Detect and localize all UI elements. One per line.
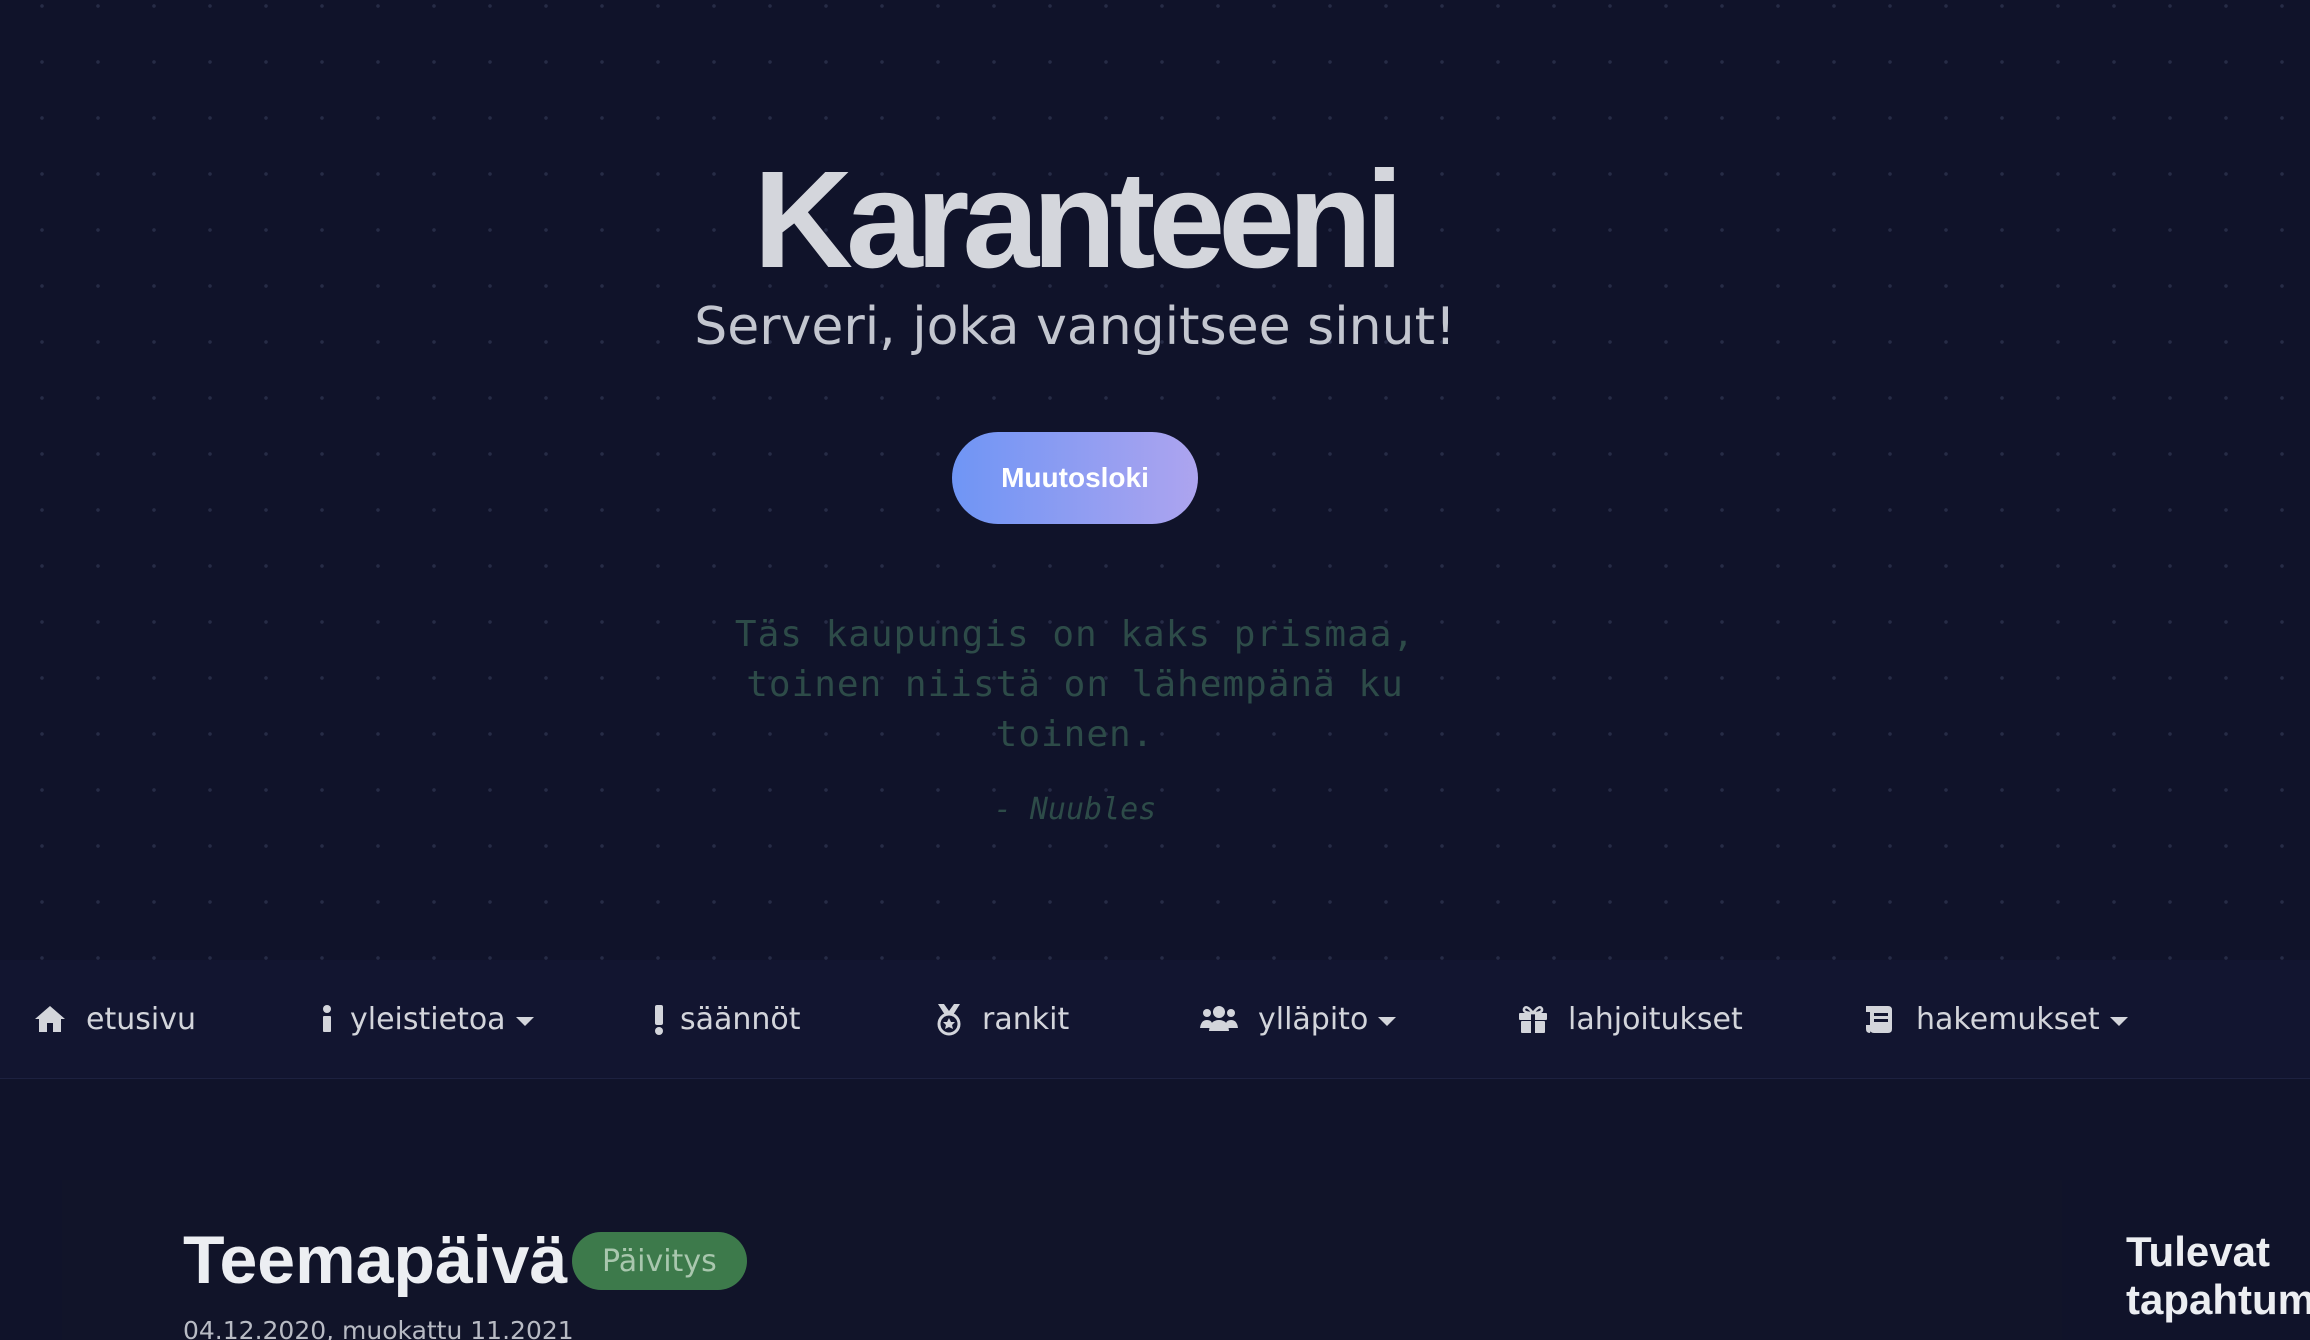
site-subtitle: Serveri, joka vangitsee sinut! — [694, 297, 1456, 357]
nav-item-label: säännöt — [680, 1001, 801, 1037]
exclamation-icon — [652, 1001, 666, 1037]
hero-section: Karanteeni Serveri, joka vangitsee sinut… — [0, 0, 2310, 960]
scroll-icon — [1862, 1001, 1898, 1037]
site-title: Karanteeni — [753, 143, 1403, 297]
post-date: 04.12.2020, muokattu 11.2021 — [183, 1316, 574, 1340]
info-icon — [318, 1001, 336, 1037]
main-navbar: etusivu yleistietoa säännöt rankit ylläp… — [0, 960, 2310, 1079]
nav-item-label: lahjoitukset — [1568, 1001, 1743, 1037]
nav-item-yleistietoa[interactable]: yleistietoa — [318, 960, 534, 1078]
home-icon — [32, 1001, 68, 1037]
nav-item-etusivu[interactable]: etusivu — [32, 960, 196, 1078]
quote-author: - Nuubles — [993, 792, 1157, 827]
nav-item-rankit[interactable]: rankit — [934, 960, 1069, 1078]
quote-text: Täs kaupungis on kaks prismaa, toinen ni… — [640, 610, 1510, 760]
quote-line: Täs kaupungis on kaks prismaa, — [734, 614, 1416, 655]
nav-item-label: yleistietoa — [350, 1001, 506, 1037]
nav-item-hakemukset[interactable]: hakemukset — [1862, 960, 2128, 1078]
heading-line: Tulevat — [2126, 1228, 2270, 1275]
chevron-down-icon — [515, 1016, 534, 1026]
upcoming-events-heading: Tulevat tapahtumat — [2126, 1228, 2310, 1324]
changelog-button[interactable]: Muutosloki — [952, 432, 1198, 524]
nav-item-label: hakemukset — [1916, 1001, 2100, 1037]
quote-line: toinen niistä on lähempänä ku — [746, 664, 1404, 705]
nav-item-label: etusivu — [86, 1001, 196, 1037]
post-category-badge: Päivitys — [572, 1232, 747, 1290]
nav-item-label: rankit — [982, 1001, 1070, 1037]
nav-item-lahjoitukset[interactable]: lahjoitukset — [1516, 960, 1743, 1078]
post-title[interactable]: Teemapäivä — [183, 1220, 567, 1300]
page: Karanteeni Serveri, joka vangitsee sinut… — [0, 0, 2310, 1340]
medal-icon — [934, 1001, 964, 1037]
nav-item-saannot[interactable]: säännöt — [652, 960, 801, 1078]
nav-item-label: ylläpito — [1258, 1001, 1369, 1037]
heading-line: tapahtumat — [2126, 1276, 2310, 1323]
nav-item-yllapito[interactable]: ylläpito — [1198, 960, 1397, 1078]
chevron-down-icon — [1378, 1016, 1397, 1026]
users-icon — [1198, 1001, 1240, 1037]
quote-line: toinen. — [995, 714, 1155, 755]
gift-icon — [1516, 1001, 1550, 1037]
chevron-down-icon — [2109, 1016, 2128, 1026]
